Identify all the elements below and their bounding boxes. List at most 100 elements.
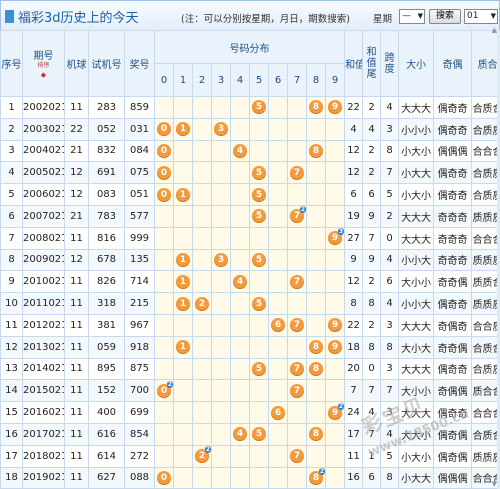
cell-sum: 12 [344,161,364,185]
cell-parity: 奇奇偶 [433,335,473,359]
cell-digit-7: 7 [287,357,307,381]
digit-ball: 9 [328,100,343,115]
cell-sum: 6 [344,183,364,206]
title-bar: 福彩3d历史上的今天 (注：可以分别按星期，月日，期数搜索) 星期 — ▼ 搜索… [0,0,500,30]
cell-digit-3 [211,292,231,315]
cell-prime: 合质合 [471,96,500,119]
cell-digit-8: 8 [306,422,326,446]
cell-seq: 4 [0,161,23,185]
cell-issue: 2011021 [22,292,65,315]
digit-ball: 0 [157,143,171,158]
cell-digit-5 [249,335,269,359]
digit-ball: 7 [290,274,304,289]
digit-ball: 5 [252,100,266,115]
cell-digit-4: 4 [230,270,250,294]
col-span: 跨度 [380,30,400,97]
table-row: 1 2002021 11 283 859 5 8 9 22 2 4 大大大 偶奇奇 合质合 [0,96,500,119]
cell-digit-6 [268,248,288,272]
cell-digit-3 [211,444,231,468]
digit-ball: 3 [214,252,228,267]
scroll-up-icon[interactable]: ▲ [492,26,497,34]
col-digit-9: 9 [324,63,346,97]
cell-seq: 6 [0,204,23,228]
digit-ball: 1 [176,296,190,311]
cell-digit-4 [230,183,250,206]
col-issue[interactable]: 期号 排序 ◆ [22,30,65,97]
cell-prime: 合合质 [471,313,500,337]
cell-digit-8: 8 [306,357,326,381]
sort-label[interactable]: 排序 [24,62,64,69]
cell-digit-5: 5 [249,357,269,381]
cell-machine: 11 [64,335,89,359]
week-select[interactable]: — ▼ [399,9,425,24]
cell-digit-3 [211,466,231,489]
cell-digit-0 [154,335,174,359]
cell-digit-1: 1 [173,292,193,315]
col-digit-0: 0 [154,63,174,97]
cell-digit-9: 92 [324,401,346,424]
cell-digit-2 [192,204,212,228]
digit-ball: 5 [252,187,266,202]
scroll-down-icon[interactable]: ▼ [492,480,497,488]
cell-digit-0 [154,270,174,294]
cell-digit-2 [192,422,212,446]
cell-sum-tail: 2 [362,96,382,119]
cell-trial: 832 [88,139,125,163]
cell-digit-6 [268,270,288,294]
cell-digit-2 [192,270,212,294]
cell-sum-tail: 4 [362,117,382,141]
digit-ball: 4 [233,427,247,442]
cell-digit-5: 5 [249,204,269,228]
search-button[interactable]: 搜索 [429,9,461,24]
table-row: 9 2010021 11 826 714 1 4 7 12 2 6 大小小 奇奇偶 质质合 [0,270,500,294]
table-row: 14 2015021 11 152 700 0 2 7 7 7 7 大小小 奇偶偶 质合合 [0,379,500,403]
cell-digit-5 [249,226,269,250]
cell-digit-9 [324,161,346,185]
cell-digit-5 [249,139,269,163]
cell-seq: 14 [0,379,23,403]
cell-seq: 11 [0,313,23,337]
cell-span: 2 [380,204,400,228]
cell-digit-7: 72 [287,204,307,228]
digit-ball: 3 [214,122,228,137]
cell-issue: 2002021 [22,96,65,119]
cell-digit-2: 2 [192,292,212,315]
cell-issue: 2004021 [22,139,65,163]
cell-digit-5 [249,313,269,337]
cell-digit-7 [287,117,307,141]
cell-issue: 2016021 [22,401,65,424]
digit-ball: 5 [252,209,266,224]
cell-digit-0: 0 [154,139,174,163]
digit-ball: 8 [309,361,323,376]
digit-ball: 22 [195,446,211,464]
cell-prize: 918 [124,335,155,359]
cell-digit-2 [192,161,212,185]
cell-digit-6 [268,444,288,468]
cell-digit-3: 3 [211,117,231,141]
digit-ball: 4 [233,143,247,158]
cell-digit-1 [173,422,193,446]
digit-ball: 6 [271,318,285,333]
cell-trial: 783 [88,204,125,228]
cell-digit-5 [249,270,269,294]
sort-icon[interactable]: ◆ [41,71,46,79]
cell-seq: 10 [0,292,23,315]
cell-digit-7 [287,422,307,446]
cell-digit-3 [211,183,231,206]
day-select[interactable]: 01 ▼ [464,9,498,24]
digit-ball: 02 [157,380,173,398]
cell-digit-8: 8 [306,335,326,359]
cell-size: 小大大 [398,466,435,489]
cell-parity: 奇偶偶 [433,379,473,403]
cell-digit-5: 5 [249,248,269,272]
col-digit-3: 3 [211,63,231,97]
cell-digit-9 [324,422,346,446]
table-row: 12 2013021 11 059 918 1 8 9 18 8 8 大小大 奇奇偶 合质合 [0,335,500,359]
cell-digit-4 [230,335,250,359]
cell-digit-7 [287,401,307,424]
cell-digit-5 [249,466,269,489]
cell-sum: 8 [344,292,364,315]
cell-prime: 合质质 [471,161,500,185]
cell-digit-9 [324,270,346,294]
cell-issue: 2015021 [22,379,65,403]
